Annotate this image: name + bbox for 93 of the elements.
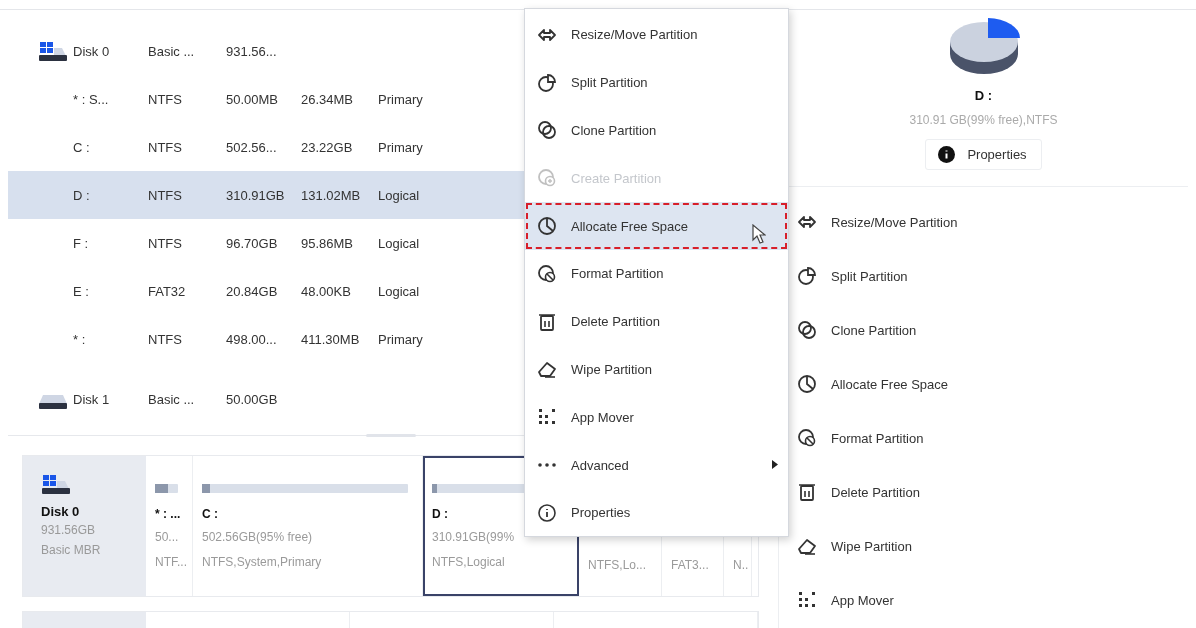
mouse-pointer-icon xyxy=(752,224,766,245)
disk-name: Disk 1 xyxy=(73,391,111,407)
table-cell-text: 23.22GB xyxy=(301,139,354,155)
split-pie-icon xyxy=(797,266,817,286)
partition-summary: 310.91 GB(99% free),NTFS xyxy=(909,113,1058,127)
table-cell-text: NTFS xyxy=(148,91,183,107)
partition-size: 50... xyxy=(155,529,179,546)
partition-size: 502.56GB(95% free) xyxy=(202,529,313,546)
table-cell-text: 48.00KB xyxy=(301,283,352,299)
table-cell-text: 131.02MB xyxy=(301,187,362,203)
menu-item[interactable]: Allocate Free Space xyxy=(525,202,788,250)
table-cell-text: 411.30MB xyxy=(301,331,361,347)
partition-info: N.. xyxy=(733,557,749,574)
table-cell-text: 20.84GB xyxy=(226,283,279,299)
action-item[interactable]: Allocate Free Space xyxy=(797,357,1196,411)
partition-info: NTFS,Logical xyxy=(432,554,505,571)
partition-block[interactable]: C : 502.56GB(95% free) NTFS,System,Primary xyxy=(193,456,423,596)
partition-size: 310.91GB(99% xyxy=(432,529,515,546)
menu-item[interactable]: Delete Partition xyxy=(525,297,788,346)
pie-clock-icon xyxy=(537,216,557,237)
table-cell-text: Basic ... xyxy=(148,391,196,407)
menu-item[interactable]: Wipe Partition xyxy=(525,345,788,394)
action-item[interactable]: Clone Partition xyxy=(797,303,1196,357)
action-item[interactable]: Wipe Partition xyxy=(797,519,1196,573)
table-cell-text: Logical xyxy=(378,235,421,251)
format-disk-icon xyxy=(797,428,817,448)
action-item[interactable]: Resize/Move Partition xyxy=(797,195,1196,249)
table-cell-text: 50.00GB xyxy=(226,391,279,407)
disk-card[interactable]: Disk 0 931.56GB Basic MBR xyxy=(23,456,146,596)
partition-info: NTF... xyxy=(155,554,187,571)
format-disk-icon xyxy=(537,263,557,284)
properties-button[interactable]: Properties xyxy=(925,139,1042,170)
table-cell-text: Primary xyxy=(378,331,424,347)
partition-name: * : xyxy=(73,331,87,347)
menu-item[interactable]: App Mover xyxy=(525,393,788,442)
partition-label: * : ... xyxy=(155,507,181,523)
grid-dots-icon xyxy=(797,590,817,610)
system-disk-icon xyxy=(41,472,71,496)
table-cell-text: 931.56... xyxy=(226,43,278,59)
partition-label: D : xyxy=(432,507,448,523)
more-dots-icon xyxy=(537,462,557,469)
table-cell-text: NTFS xyxy=(148,187,183,203)
disk-type: Basic MBR xyxy=(41,542,102,559)
table-cell-text: Primary xyxy=(378,139,424,155)
clone-circles-icon xyxy=(537,120,557,141)
table-cell-text: 502.56... xyxy=(226,139,278,155)
partition-info: NTFS,Lo... xyxy=(588,557,646,574)
eraser-icon xyxy=(537,359,557,380)
table-cell-text: Primary xyxy=(378,91,424,107)
partition-name: D : xyxy=(73,187,91,203)
table-cell-text: 310.91GB xyxy=(226,187,286,203)
action-item[interactable]: Delete Partition xyxy=(797,465,1196,519)
disk-name: Disk 0 xyxy=(73,43,111,59)
table-cell-text: NTFS xyxy=(148,139,183,155)
partition-name: D : xyxy=(974,88,993,103)
info-icon xyxy=(537,502,557,523)
menu-item[interactable]: Format Partition xyxy=(525,250,788,298)
table-cell-text: NTFS xyxy=(148,331,183,347)
menu-item[interactable]: Clone Partition xyxy=(525,106,788,155)
table-cell-text: Basic ... xyxy=(148,43,196,59)
partition-name: F : xyxy=(73,235,90,251)
table-cell-text: 498.00... xyxy=(226,331,278,347)
table-cell-text: Logical xyxy=(378,187,421,203)
info-icon xyxy=(938,146,956,163)
split-pie-icon xyxy=(537,72,557,93)
menu-item[interactable]: Resize/Move Partition xyxy=(525,11,788,59)
table-cell-text: 95.86MB xyxy=(301,235,355,251)
clone-circles-icon xyxy=(797,320,817,340)
table-cell-text: 50.00MB xyxy=(226,91,280,107)
disk-name: Disk 0 xyxy=(41,504,81,519)
partition-name: C : xyxy=(73,139,91,155)
pie-clock-icon xyxy=(797,374,817,394)
eraser-icon xyxy=(797,536,817,556)
trash-icon xyxy=(797,482,817,502)
partition-block[interactable]: * : ... 50... NTF... xyxy=(146,456,193,596)
plus-circle-icon xyxy=(537,168,557,189)
table-cell-text: FAT32 xyxy=(148,283,187,299)
menu-item[interactable]: Split Partition xyxy=(525,58,788,107)
partition-info: FAT3... xyxy=(671,557,709,574)
partition-label: C : xyxy=(202,507,218,523)
partition-info: NTFS,System,Primary xyxy=(202,554,322,571)
partition-name: * : S... xyxy=(73,91,110,107)
action-item[interactable]: Format Partition xyxy=(797,411,1196,465)
trash-icon xyxy=(537,311,557,332)
action-item[interactable]: App Mover xyxy=(797,573,1196,627)
action-item[interactable]: Split Partition xyxy=(797,249,1196,303)
disk-size: 931.56GB xyxy=(41,522,97,539)
table-cell-text: 96.70GB xyxy=(226,235,279,251)
table-cell-text: 26.34MB xyxy=(301,91,355,107)
partition-name: E : xyxy=(73,283,90,299)
system-disk-icon xyxy=(38,39,68,63)
table-cell-text: Logical xyxy=(378,283,421,299)
table-cell-text: NTFS xyxy=(148,235,183,251)
